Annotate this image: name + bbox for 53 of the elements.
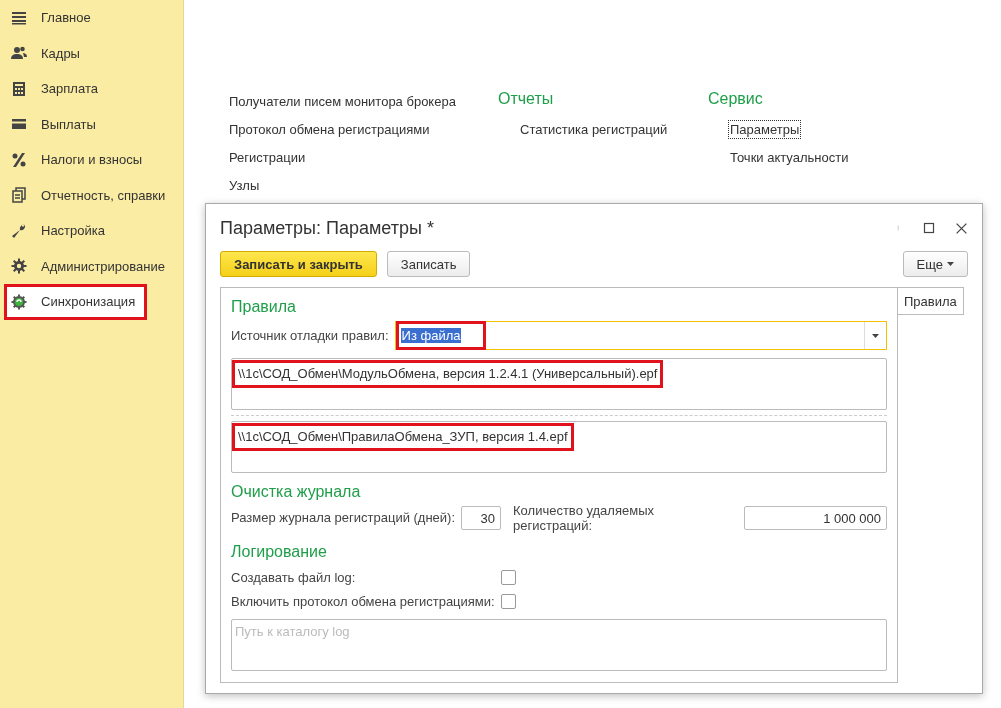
sync-gear-icon	[11, 293, 27, 310]
people-icon	[11, 45, 27, 62]
caret-icon	[872, 333, 879, 338]
group-title: Очистка журнала	[231, 483, 362, 501]
sidebar-item[interactable]: Главное	[0, 0, 183, 36]
section-link[interactable]: Протокол обмена регистрациями	[227, 120, 432, 139]
percent-icon	[11, 151, 27, 168]
documents-icon	[11, 187, 27, 204]
sidebar-item[interactable]: Синхронизация	[4, 284, 147, 320]
more-button[interactable]: Еще	[902, 251, 968, 277]
field-label: Размер журнала регистраций (дней):	[231, 510, 456, 525]
path-field[interactable]: \\1c\СОД_Обмен\МодульОбмена, версия 1.2.4.1 (Универсальный).epf	[231, 358, 887, 410]
selected-text: Из файла	[400, 328, 462, 343]
field-label: Источник отладки правил:	[231, 328, 389, 343]
sidebar-item[interactable]: Зарплата	[0, 71, 183, 107]
section-title: Сервис	[708, 90, 764, 108]
sidebar-item[interactable]: Настройка	[0, 213, 183, 249]
menu-icon	[11, 9, 27, 26]
path-field[interactable]: \\1c\СОД_Обмен\ПравилаОбмена_ЗУП, версия 1.4.epf	[231, 421, 887, 473]
group-title: Правила	[231, 298, 297, 316]
caret-icon	[947, 262, 954, 266]
window-title: Параметры: Параметры *	[220, 217, 434, 239]
section-link[interactable]: Статистика регистраций	[518, 120, 670, 139]
checkbox-label: Создавать файл log:	[231, 570, 357, 585]
calculator-icon	[11, 80, 27, 97]
section-link[interactable]: Регистрации	[227, 148, 308, 167]
path-text: \\1c\СОД_Обмен\ПравилаОбмена_ЗУП, версия 1.4.epf	[237, 428, 569, 446]
save-and-close-button[interactable]: Записать и закрыть	[220, 251, 377, 277]
log-path-field[interactable]: Путь к каталогу log	[231, 619, 887, 671]
section-link[interactable]: Точки актуальности	[728, 148, 851, 167]
source-dropdown[interactable]: Из файла	[394, 321, 887, 350]
sidebar-item[interactable]: Отчетность, справки	[0, 177, 183, 213]
close-icon[interactable]	[955, 221, 968, 235]
side-tab[interactable]: Правила	[898, 287, 964, 315]
sidebar-item[interactable]: Выплаты	[0, 106, 183, 142]
section-link[interactable]: Узлы	[227, 176, 262, 195]
section-link[interactable]: Параметры	[728, 120, 802, 139]
checkbox[interactable]	[501, 594, 516, 609]
sidebar-item[interactable]: Администрирование	[0, 248, 183, 284]
count-input[interactable]: 1 000 000	[744, 506, 887, 530]
days-input[interactable]: 30	[461, 506, 502, 530]
section-title: Отчеты	[498, 90, 555, 108]
section-link[interactable]: Получатели писем монитора брокера	[227, 92, 458, 111]
checkbox[interactable]	[501, 570, 516, 585]
sidebar-item[interactable]: Кадры	[0, 35, 183, 71]
field-label: Количество удаляемых регистраций:	[513, 503, 655, 533]
path-text: \\1c\СОД_Обмен\МодульОбмена, версия 1.2.4.1 (Универсальный).epf	[237, 365, 659, 383]
gear-icon	[11, 258, 27, 275]
save-button[interactable]: Записать	[386, 251, 471, 277]
maximize-icon[interactable]	[923, 222, 935, 234]
checkbox-label: Включить протокол обмена регистрациями:	[231, 594, 496, 609]
sidebar-item[interactable]: Налоги и взносы	[0, 142, 183, 178]
group-title: Логирование	[231, 543, 328, 561]
